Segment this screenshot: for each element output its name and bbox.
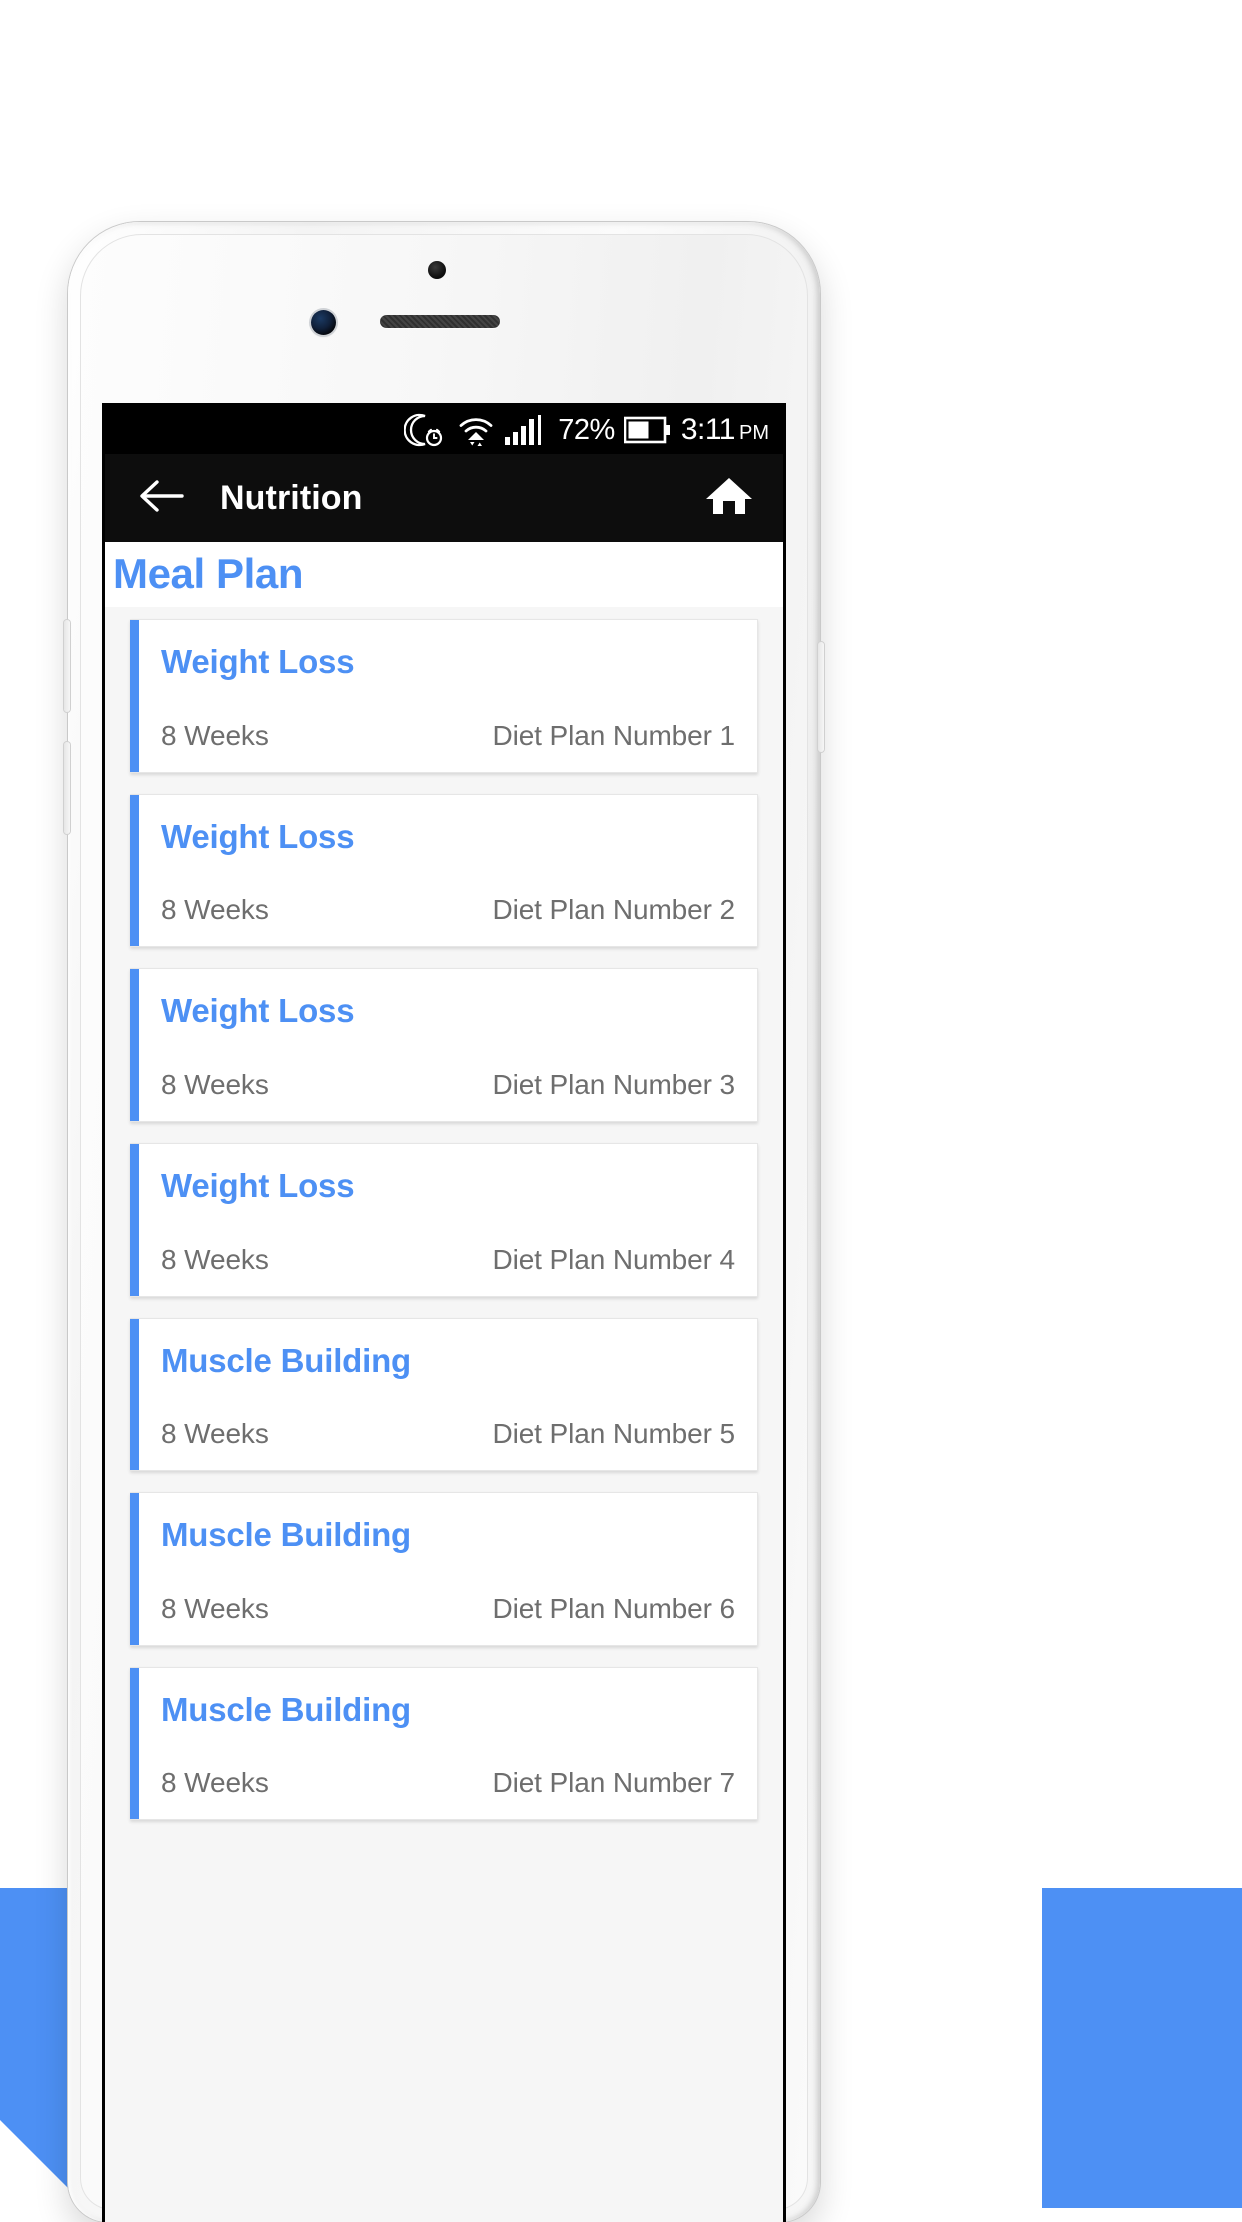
- clock-meridiem: PM: [739, 422, 769, 444]
- card-body: Weight Loss 8 Weeks Diet Plan Number 2: [139, 795, 757, 947]
- clock-time: 3:11: [680, 413, 736, 446]
- section-header: Meal Plan: [105, 542, 783, 608]
- volume-down-button[interactable]: [64, 742, 70, 834]
- list-item[interactable]: Weight Loss 8 Weeks Diet Plan Number 4: [130, 1143, 758, 1297]
- card-body: Muscle Building 8 Weeks Diet Plan Number…: [139, 1319, 757, 1471]
- status-bar-clock: 3:11 PM: [672, 413, 769, 447]
- card-title: Weight Loss: [161, 643, 355, 681]
- card-duration: 8 Weeks: [161, 719, 269, 751]
- card-plan-number: Diet Plan Number 5: [492, 1418, 735, 1450]
- card-duration: 8 Weeks: [161, 1069, 269, 1101]
- card-body: Weight Loss 8 Weeks Diet Plan Number 1: [139, 620, 757, 772]
- card-accent-bar: [130, 620, 139, 772]
- card-meta: 8 Weeks Diet Plan Number 6: [161, 1593, 735, 1625]
- card-body: Weight Loss 8 Weeks Diet Plan Number 4: [139, 1144, 757, 1296]
- list-item[interactable]: Weight Loss 8 Weeks Diet Plan Number 2: [130, 793, 758, 948]
- card-duration: 8 Weeks: [161, 1418, 269, 1450]
- signal-bars-icon: [504, 414, 548, 446]
- card-body: Muscle Building 8 Weeks Diet Plan Number…: [139, 1668, 757, 1820]
- card-duration: 8 Weeks: [161, 894, 269, 926]
- card-plan-number: Diet Plan Number 2: [492, 894, 735, 926]
- card-meta: 8 Weeks Diet Plan Number 7: [161, 1767, 735, 1799]
- phone-device: 72% 3:11 PM Nutrition Meal Plan Weight L…: [64, 222, 824, 2222]
- card-duration: 8 Weeks: [161, 1592, 269, 1624]
- back-arrow-icon: [138, 476, 184, 521]
- card-plan-number: Diet Plan Number 7: [492, 1767, 735, 1799]
- back-button[interactable]: [135, 472, 187, 524]
- card-meta: 8 Weeks Diet Plan Number 4: [161, 1244, 735, 1276]
- card-meta: 8 Weeks Diet Plan Number 3: [161, 1069, 735, 1101]
- proximity-sensor-icon: [428, 261, 446, 279]
- card-title: Muscle Building: [161, 1516, 412, 1554]
- card-accent-bar: [130, 1318, 139, 1471]
- card-accent-bar: [130, 1144, 139, 1296]
- card-body: Weight Loss 8 Weeks Diet Plan Number 3: [139, 969, 757, 1121]
- list-item[interactable]: Muscle Building 8 Weeks Diet Plan Number…: [130, 1666, 758, 1821]
- card-meta: 8 Weeks Diet Plan Number 1: [161, 720, 735, 752]
- list-item[interactable]: Muscle Building 8 Weeks Diet Plan Number…: [130, 1317, 758, 1472]
- wifi-icon: [457, 413, 495, 447]
- card-accent-bar: [130, 794, 139, 947]
- card-plan-number: Diet Plan Number 1: [492, 719, 735, 751]
- card-title: Weight Loss: [161, 817, 355, 855]
- section-title: Meal Plan: [113, 550, 304, 597]
- list-item[interactable]: Weight Loss 8 Weeks Diet Plan Number 1: [130, 619, 758, 773]
- card-accent-bar: [130, 1493, 139, 1645]
- battery-icon: [623, 415, 672, 445]
- card-title: Muscle Building: [161, 1690, 412, 1728]
- card-duration: 8 Weeks: [161, 1767, 269, 1799]
- card-title: Muscle Building: [161, 1341, 412, 1379]
- page-title: Nutrition: [220, 478, 363, 517]
- app-bar: Nutrition: [105, 454, 783, 542]
- card-meta: 8 Weeks Diet Plan Number 2: [161, 894, 735, 926]
- card-duration: 8 Weeks: [161, 1243, 269, 1275]
- background-shape-right: [1042, 1888, 1242, 2208]
- card-plan-number: Diet Plan Number 4: [492, 1243, 735, 1275]
- card-plan-number: Diet Plan Number 6: [492, 1592, 735, 1624]
- home-icon: [704, 473, 754, 524]
- earpiece-speaker: [380, 315, 500, 328]
- battery-percent-label: 72%: [558, 413, 615, 446]
- front-camera-icon: [311, 310, 336, 335]
- card-title: Weight Loss: [161, 1167, 355, 1205]
- volume-up-button[interactable]: [64, 620, 70, 712]
- card-accent-bar: [130, 1667, 139, 1820]
- card-meta: 8 Weeks Diet Plan Number 5: [161, 1418, 735, 1450]
- card-accent-bar: [130, 969, 139, 1122]
- meal-plan-list[interactable]: Weight Loss 8 Weeks Diet Plan Number 1 W…: [105, 607, 783, 2222]
- status-bar: 72% 3:11 PM: [105, 406, 783, 454]
- card-title: Weight Loss: [161, 992, 355, 1030]
- home-button[interactable]: [701, 470, 757, 526]
- card-body: Muscle Building 8 Weeks Diet Plan Number…: [139, 1493, 757, 1645]
- list-item[interactable]: Weight Loss 8 Weeks Diet Plan Number 3: [130, 968, 758, 1123]
- phone-screen: 72% 3:11 PM Nutrition Meal Plan Weight L…: [105, 406, 783, 2222]
- card-plan-number: Diet Plan Number 3: [492, 1069, 735, 1101]
- list-item[interactable]: Muscle Building 8 Weeks Diet Plan Number…: [130, 1492, 758, 1646]
- moon-alarm-icon: [404, 413, 448, 447]
- power-button[interactable]: [818, 642, 824, 752]
